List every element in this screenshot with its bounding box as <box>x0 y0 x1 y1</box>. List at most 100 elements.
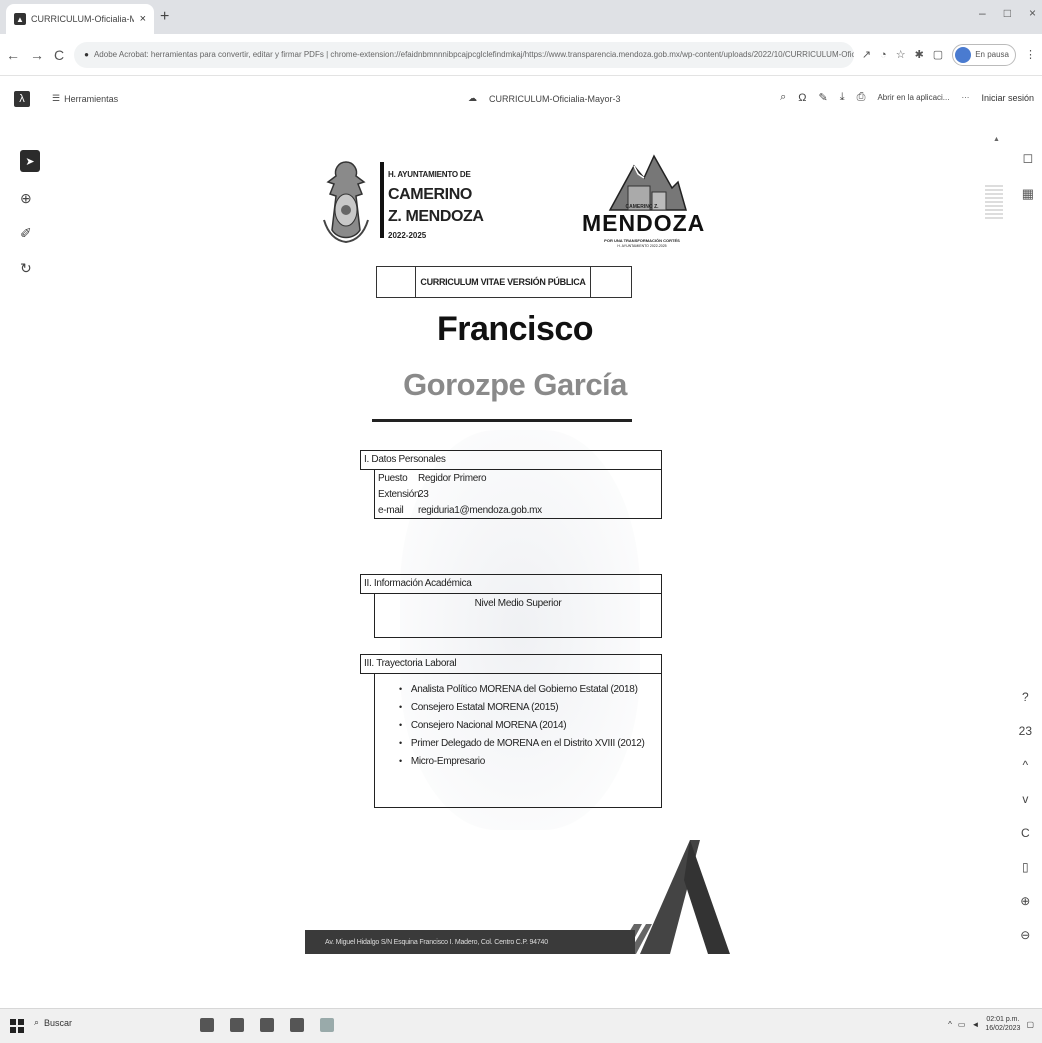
sign-in-button[interactable]: Iniciar sesión <box>981 93 1034 103</box>
page-navigation-rail: ? 23 ^ v C ▯ ⊕ ⊖ <box>1019 690 1032 942</box>
bullet-icon: • <box>399 738 402 748</box>
taskbar-app-icon[interactable] <box>230 1018 244 1032</box>
extensions-puzzle-icon[interactable]: ✱ <box>915 48 924 61</box>
system-tray: ^ ▭ ◄ 02:01 p.m. 16/02/2023 ▢ <box>948 1015 1034 1033</box>
taskbar-app-icon[interactable] <box>260 1018 274 1032</box>
open-in-app-button[interactable]: Abrir en la aplicaci... <box>877 93 949 102</box>
site-info-icon[interactable]: ● <box>84 50 89 59</box>
bullet-icon: • <box>399 720 402 730</box>
back-icon[interactable]: ← <box>6 47 20 63</box>
windows-start-icon[interactable] <box>10 1019 24 1033</box>
taskbar-search[interactable]: ⌕ Buscar <box>34 1017 72 1028</box>
network-icon[interactable]: ▭ <box>958 1020 966 1029</box>
search-icon: ⌕ <box>34 1017 40 1027</box>
header-line1: H. AYUNTAMIENTO DE <box>388 170 471 179</box>
more-options-button[interactable]: ··· <box>961 93 969 102</box>
search-icon[interactable]: ⌕ <box>780 91 786 104</box>
scrollbar-thumb[interactable] <box>985 185 1003 221</box>
header-years: 2022-2025 <box>388 231 427 240</box>
tab-close-icon[interactable]: × <box>140 13 146 25</box>
email-value: regiduria1@mendoza.gob.mx <box>418 504 542 516</box>
document-header: H. AYUNTAMIENTO DE CAMERINO Z. MENDOZA 2… <box>320 152 704 252</box>
zoom-in-icon[interactable]: ⊕ <box>1020 894 1030 908</box>
thumbnails-panel-icon[interactable]: ▦ <box>1022 186 1034 202</box>
municipality-slogan-years: H. AYUNTAMIENTO 2022-2025 <box>617 244 667 248</box>
data-row: Extensión 23 <box>375 486 661 502</box>
profile-label: En pausa <box>975 50 1009 59</box>
last-name: Gorozpe García <box>403 367 627 402</box>
row-value: Regidor Primero <box>418 472 487 484</box>
close-window-button[interactable]: × <box>1029 6 1036 20</box>
draw-pen-icon[interactable]: ✐ <box>20 225 40 242</box>
scroll-up-caret-icon[interactable]: ▲ <box>993 136 1000 143</box>
bullet-icon: • <box>399 702 402 712</box>
address-bar-row: ← → C ● Adobe Acrobat: herramientas para… <box>0 34 1042 76</box>
taskbar-app-icon[interactable] <box>290 1018 304 1032</box>
hamburger-icon: ☰ <box>52 93 61 103</box>
bullet-icon: • <box>399 756 402 766</box>
row-label: e-mail <box>378 504 404 516</box>
row-value: 23 <box>418 488 429 500</box>
forward-icon[interactable]: → <box>30 47 44 63</box>
window-controls: – □ × <box>979 6 1036 20</box>
page-fit-icon[interactable]: ▯ <box>1022 860 1029 874</box>
academic-section: II. Información Académica Nivel Medio Su… <box>360 574 662 638</box>
extension-icon[interactable]: ◔ <box>880 49 887 61</box>
bookmark-star-icon[interactable]: ☆ <box>896 48 906 61</box>
first-name: Francisco <box>436 310 594 348</box>
personal-data-section: I. Datos Personales Puesto Regidor Prime… <box>360 450 662 519</box>
notifications-icon[interactable]: ▢ <box>1026 1020 1034 1029</box>
cv-title-box: CURRICULUM VITAE VERSIÓN PÚBLICA <box>376 266 632 298</box>
footer-address: Av. Miguel Hidalgo S/N Esquina Francisco… <box>325 938 548 946</box>
page-down-icon[interactable]: v <box>1022 792 1028 806</box>
print-icon[interactable]: ⎙ <box>857 91 866 104</box>
help-button[interactable]: ? <box>1022 690 1029 704</box>
list-item-text: Consejero Nacional MORENA (2014) <box>410 719 567 731</box>
page-number: 23 <box>1018 724 1032 738</box>
comments-panel-icon[interactable]: ◻ <box>1022 150 1033 166</box>
data-row: Puesto Regidor Primero <box>375 470 661 486</box>
work-history-list: • Analista Político MORENA del Gobierno E… <box>374 674 662 808</box>
list-item-text: Micro-Empresario <box>410 755 485 767</box>
taskbar-clock[interactable]: 02:01 p.m. 16/02/2023 <box>985 1015 1020 1033</box>
minimize-button[interactable]: – <box>979 6 986 20</box>
url-text: Adobe Acrobat: herramientas para convert… <box>93 50 854 59</box>
list-item-text: Primer Delegado de MORENA en el Distrito… <box>410 737 645 749</box>
new-tab-button[interactable]: + <box>160 8 169 26</box>
list-item-text: Consejero Estatal MORENA (2015) <box>410 701 559 713</box>
rotate-icon[interactable]: ↻ <box>20 260 40 277</box>
footer-address-bar: Av. Miguel Hidalgo S/N Esquina Francisco… <box>305 930 635 954</box>
read-aloud-icon[interactable]: Ω <box>798 92 806 104</box>
document-title-area: ☁ CURRICULUM-Oficialia-Mayor-3 <box>468 93 621 104</box>
work-history-section: III. Trayectoria Laboral • Analista Polít… <box>360 654 662 808</box>
list-item: • Consejero Estatal MORENA (2015) <box>399 698 661 716</box>
browser-tab[interactable]: ▲ CURRICULUM-Oficialia-Mayor-3 × <box>6 4 154 34</box>
tray-chevron-icon[interactable]: ^ <box>948 1020 952 1029</box>
refresh-icon[interactable]: C <box>1021 826 1030 840</box>
comment-icon[interactable]: ✎ <box>819 91 828 104</box>
taskbar-chrome-icon[interactable] <box>320 1018 334 1032</box>
reload-icon[interactable]: C <box>54 47 64 63</box>
url-field[interactable]: ● Adobe Acrobat: herramientas para conve… <box>74 41 854 68</box>
pdf-icon: ▲ <box>14 13 26 25</box>
browser-menu-icon[interactable]: ⋮ <box>1025 48 1036 61</box>
share-icon[interactable]: ↗ <box>862 48 871 61</box>
side-panel-icon[interactable]: ▢ <box>933 48 943 61</box>
list-item: • Consejero Nacional MORENA (2014) <box>399 716 661 734</box>
header-line3: Z. MENDOZA <box>388 208 484 225</box>
select-cursor-icon[interactable]: ➤ <box>20 150 40 172</box>
download-icon[interactable]: ⤓ <box>840 91 845 104</box>
acrobat-actions: ⌕ Ω ✎ ⤓ ⎙ Abrir en la aplicaci... ··· In… <box>780 91 1034 104</box>
maximize-button[interactable]: □ <box>1004 6 1011 20</box>
coat-of-arms-icon <box>323 161 369 244</box>
cv-title: CURRICULUM VITAE VERSIÓN PÚBLICA <box>415 266 591 298</box>
profile-button[interactable]: En pausa <box>952 43 1016 66</box>
volume-icon[interactable]: ◄ <box>971 1020 979 1029</box>
tools-menu[interactable]: ☰ Herramientas <box>52 93 118 104</box>
page-up-icon[interactable]: ^ <box>1023 758 1029 772</box>
add-comment-icon[interactable]: ⊕ <box>20 190 40 207</box>
taskbar-app-icon[interactable] <box>200 1018 214 1032</box>
header-line2: CAMERINO <box>388 186 472 203</box>
left-tool-rail: ➤ ⊕ ✐ ↻ <box>20 150 40 277</box>
zoom-out-icon[interactable]: ⊖ <box>1020 928 1030 942</box>
